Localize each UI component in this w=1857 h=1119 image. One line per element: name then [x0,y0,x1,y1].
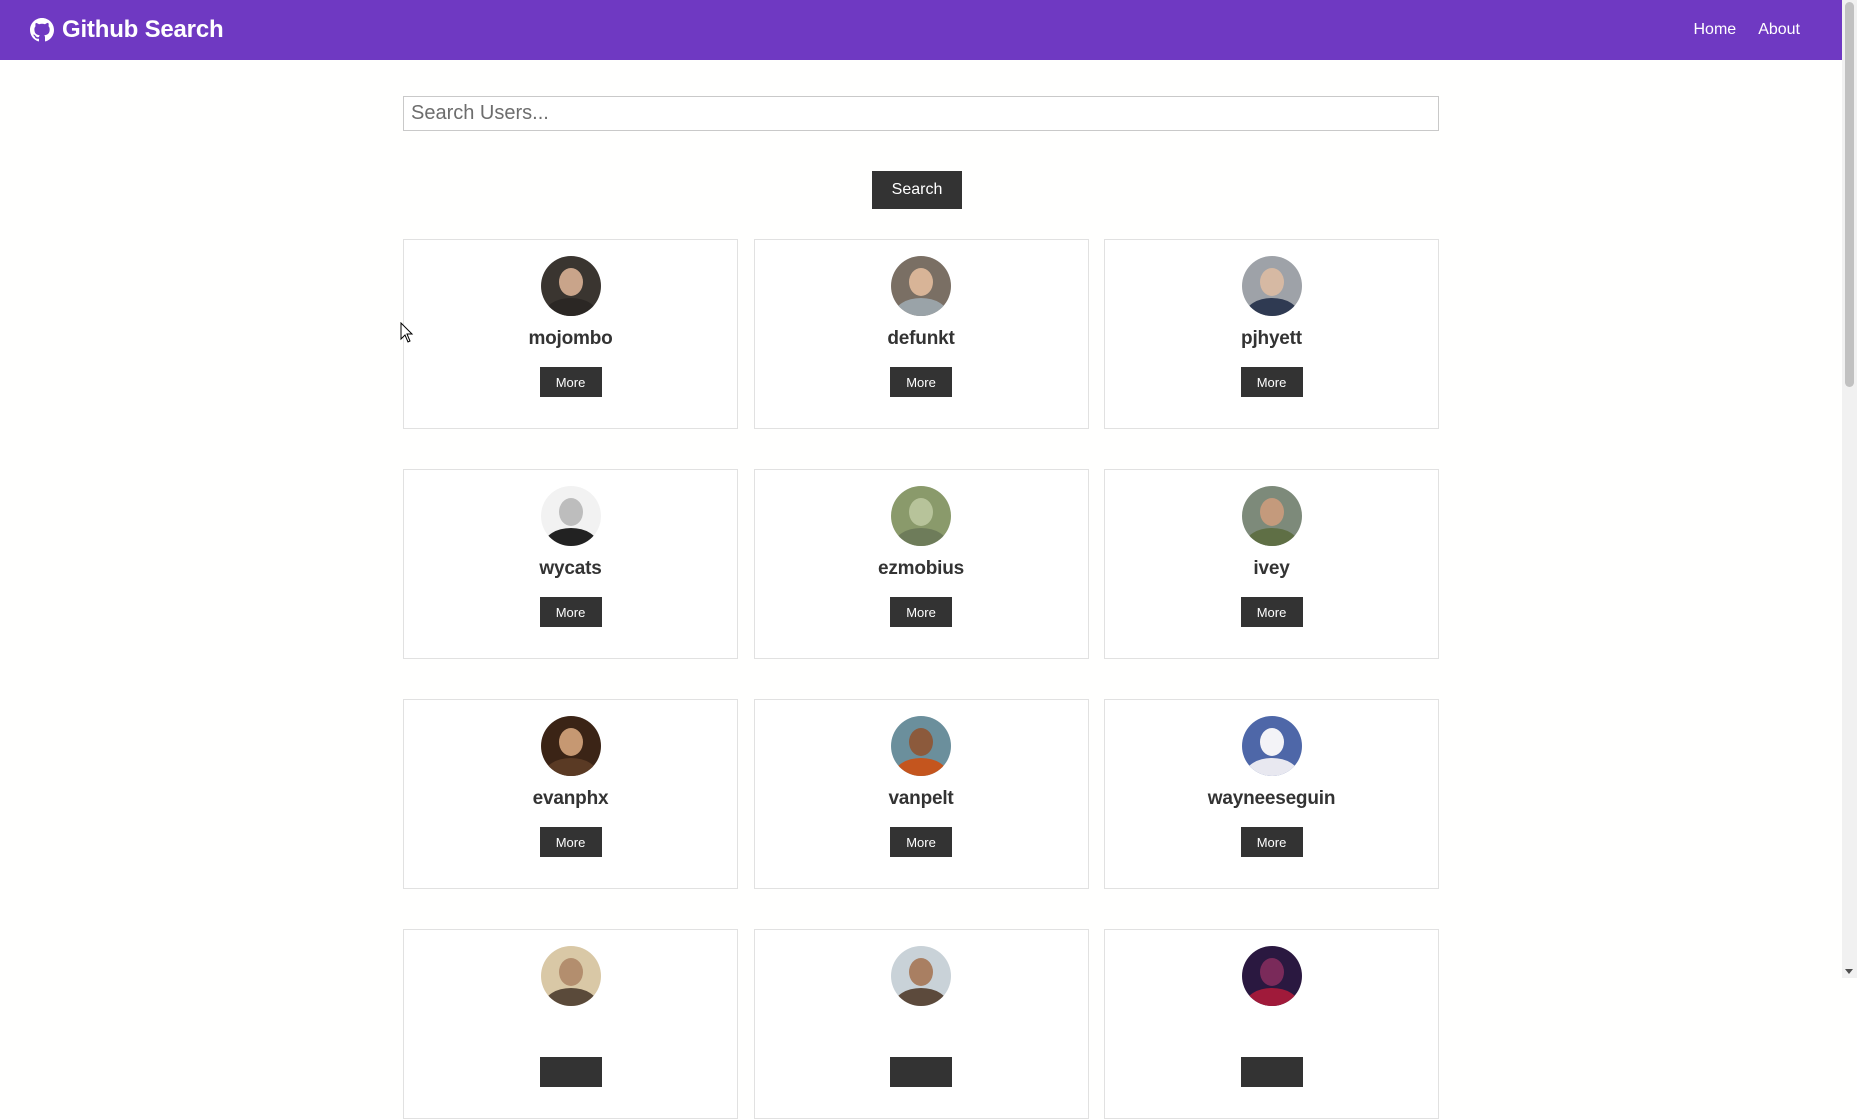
nav-home-link[interactable]: Home [1694,21,1737,39]
more-button[interactable]: More [890,367,952,397]
search-input[interactable] [403,96,1439,131]
user-login: vanpelt [888,788,954,809]
scrollbar-thumb[interactable] [1845,2,1854,387]
user-card: wayneeseguin More [1104,699,1439,889]
scroll-down-arrow-icon[interactable] [1845,969,1853,974]
user-card: ivey More [1104,469,1439,659]
avatar [891,716,951,776]
mouse-cursor-icon [400,322,414,343]
user-card: wycats More [403,469,738,659]
avatar [1241,256,1302,316]
user-grid: mojombo More defunkt More pjhyett More wycats M… [403,239,1439,1119]
avatar [891,946,951,1006]
user-card [753,929,1089,1119]
user-card [403,929,738,1119]
more-button[interactable]: More [539,827,602,857]
brand-title: Github Search [62,16,224,43]
more-button[interactable]: More [1240,597,1303,627]
more-button[interactable]: More [890,597,952,627]
more-button[interactable]: More [539,367,602,397]
brand[interactable]: Github Search [30,0,224,60]
user-login: ivey [1253,558,1290,579]
user-card: pjhyett More [1104,239,1439,429]
nav-about-link[interactable]: About [1758,21,1800,39]
more-button[interactable]: More [890,827,952,857]
scrollbar[interactable] [1842,0,1857,978]
more-button[interactable] [539,1057,602,1087]
more-button[interactable]: More [1240,827,1303,857]
user-card: mojombo More [403,239,738,429]
more-button[interactable] [1240,1057,1303,1087]
user-login: pjhyett [1241,328,1302,349]
github-icon [30,18,54,42]
user-card: evanphx More [403,699,738,889]
more-button[interactable] [890,1057,952,1087]
more-button[interactable]: More [1240,367,1303,397]
avatar [540,946,601,1006]
nav-links: Home About [1694,0,1801,60]
user-login: defunkt [887,328,955,349]
user-card: vanpelt More [753,699,1089,889]
user-login: mojombo [528,328,613,349]
avatar [1241,946,1302,1006]
avatar [1241,486,1302,546]
user-card: ezmobius More [753,469,1089,659]
avatar [540,486,601,546]
navbar: Github Search Home About [0,0,1842,60]
avatar [540,256,601,316]
avatar [1241,716,1302,776]
avatar [891,256,951,316]
user-login: evanphx [532,788,609,809]
avatar [540,716,601,776]
search-button[interactable]: Search [872,171,962,209]
user-login: ezmobius [877,558,965,579]
user-card: defunkt More [753,239,1089,429]
more-button[interactable]: More [539,597,602,627]
avatar [891,486,951,546]
user-card [1104,929,1439,1119]
user-login: wayneeseguin [1207,788,1336,809]
user-login: wycats [539,558,602,579]
